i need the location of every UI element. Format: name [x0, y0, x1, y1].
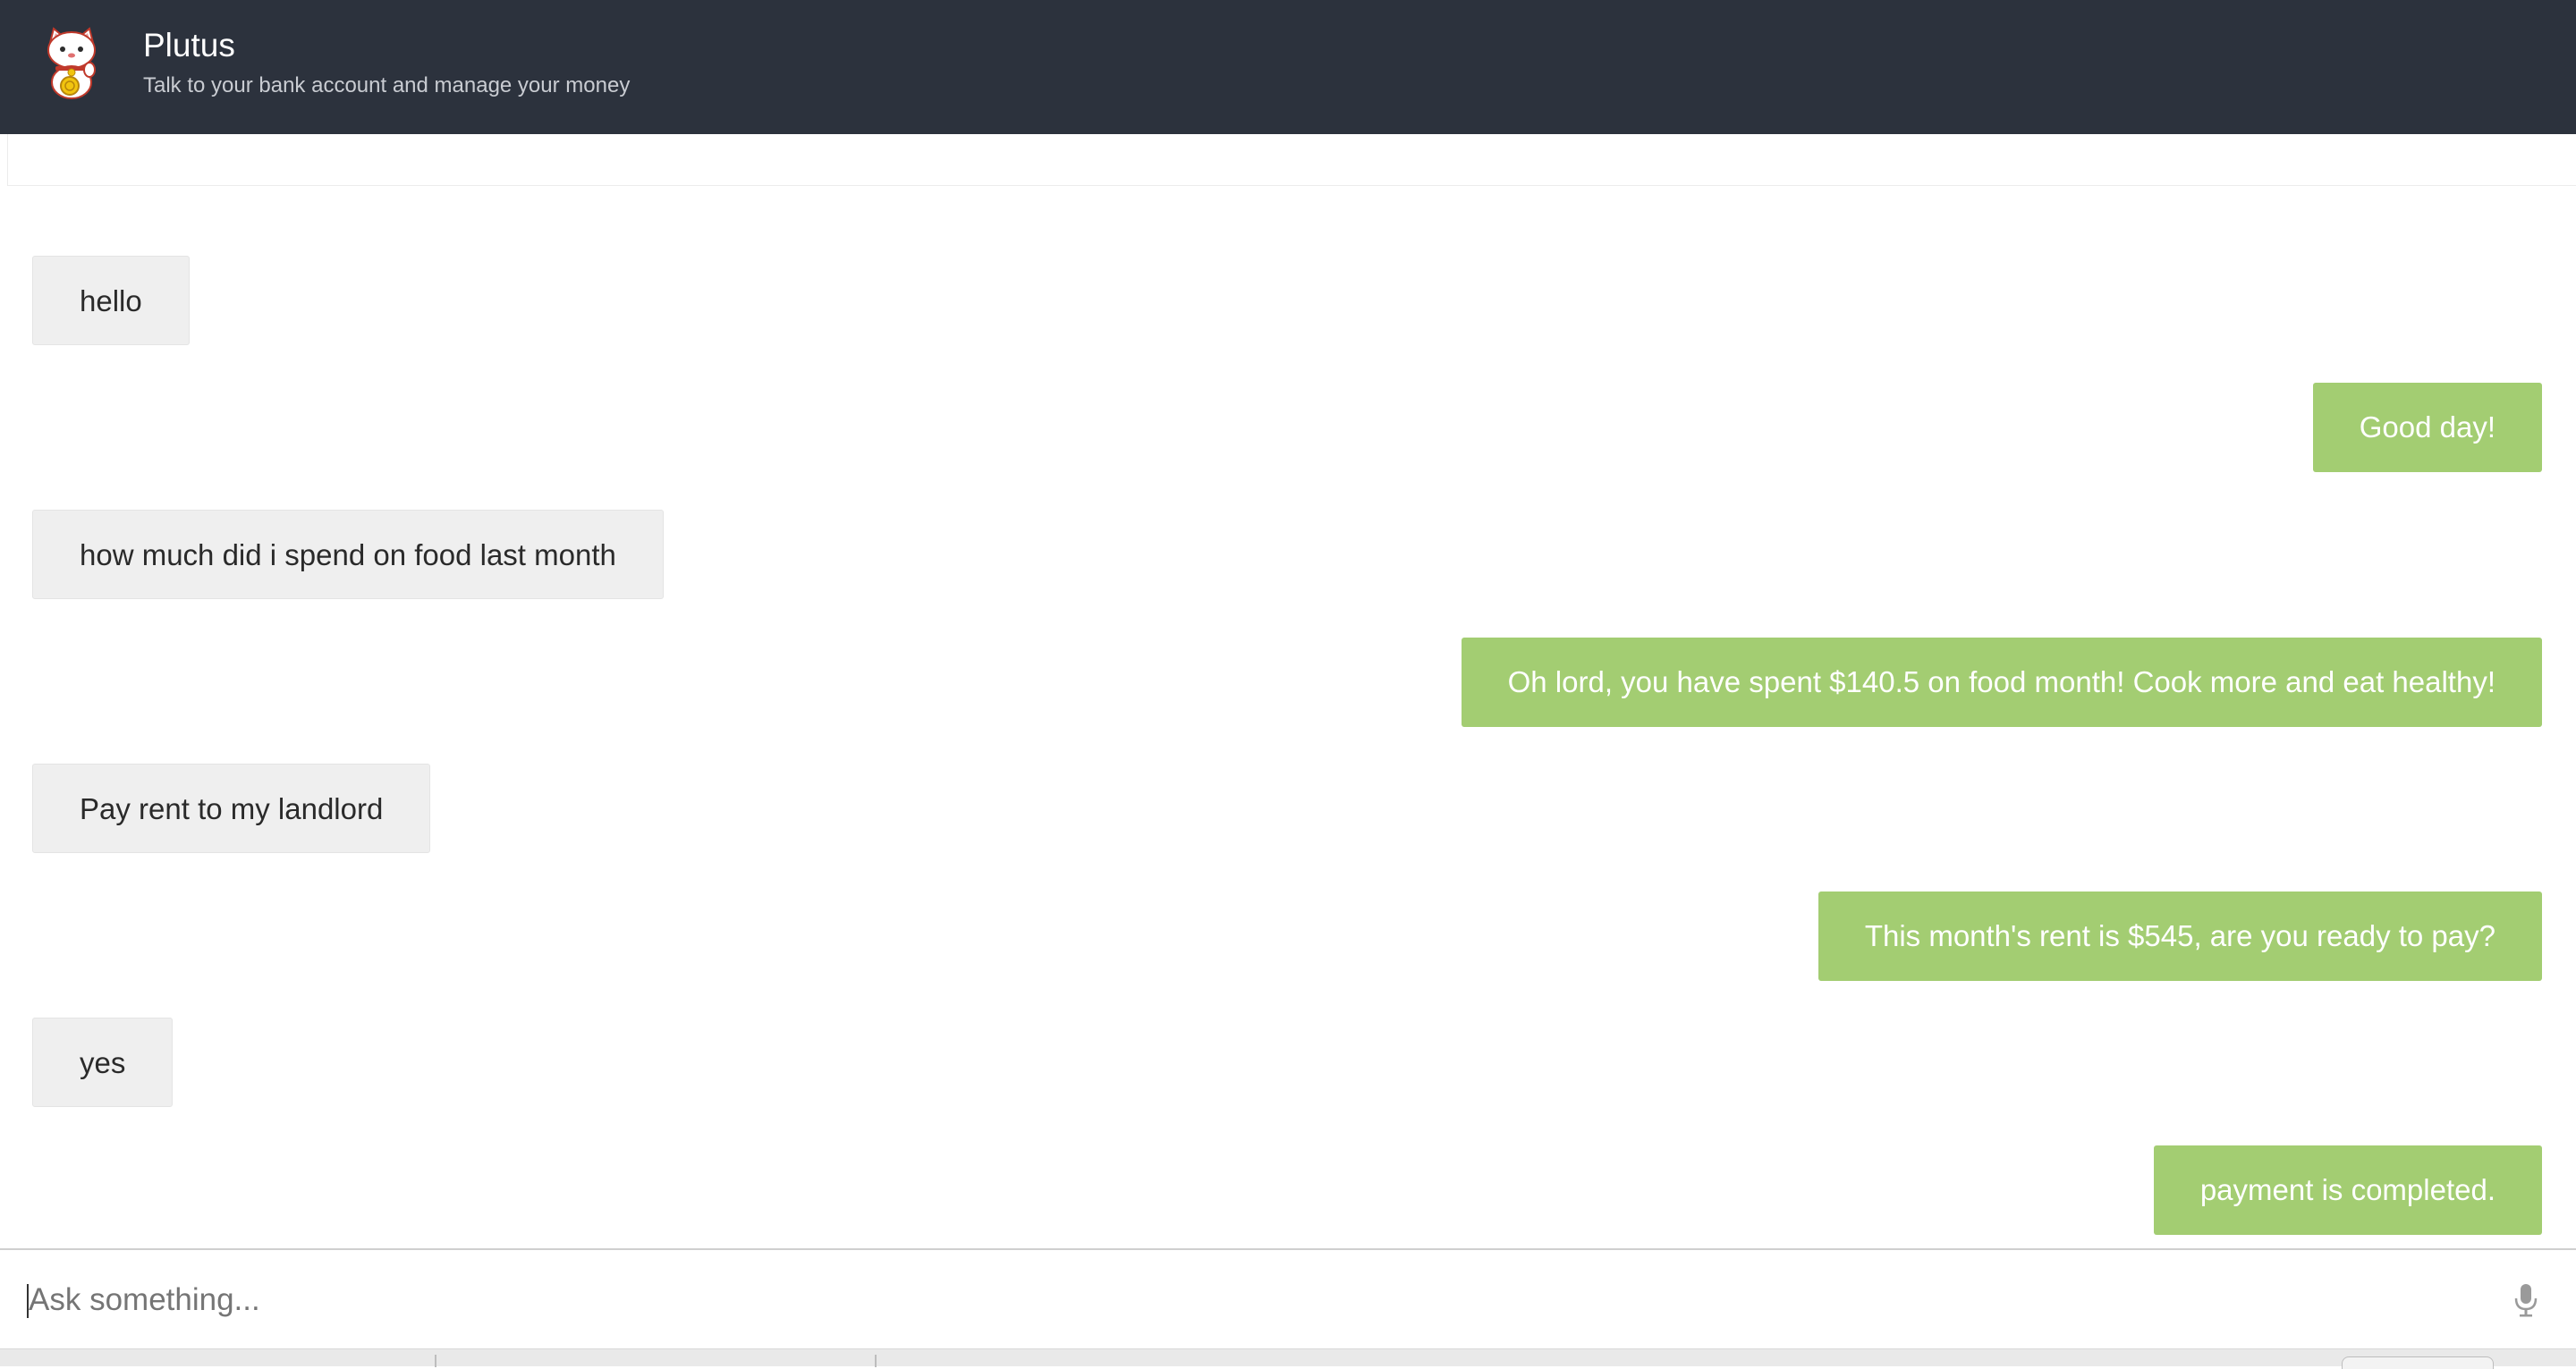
lucky-cat-icon: [47, 27, 96, 99]
chat-input-bar: [0, 1248, 2576, 1348]
toolbar-strip: [7, 134, 2576, 186]
user-message: Pay rent to my landlord: [32, 764, 431, 853]
footer-bar: [0, 1348, 2576, 1369]
app-header: Plutus Talk to your bank account and man…: [0, 0, 2576, 134]
user-message: hello: [32, 256, 190, 345]
app-title: Plutus: [143, 27, 235, 63]
user-message: how much did i spend on food last month: [32, 510, 664, 599]
microphone-icon[interactable]: [2513, 1282, 2538, 1318]
chat-log: hello Good day! how much did i spend on …: [0, 188, 2576, 1248]
bot-message: Oh lord, you have spent $140.5 on food m…: [1461, 638, 2542, 727]
footer-divider: [875, 1355, 877, 1367]
bot-message: payment is completed.: [2153, 1145, 2542, 1235]
footer-button[interactable]: [2342, 1356, 2494, 1369]
bot-message: Good day!: [2312, 383, 2542, 472]
bot-message: This month's rent is $545, are you ready…: [1818, 892, 2542, 981]
ask-input[interactable]: [29, 1268, 2479, 1332]
user-message: yes: [32, 1018, 174, 1107]
footer-divider: [435, 1355, 436, 1367]
app-subtitle: Talk to your bank account and manage you…: [143, 73, 631, 97]
